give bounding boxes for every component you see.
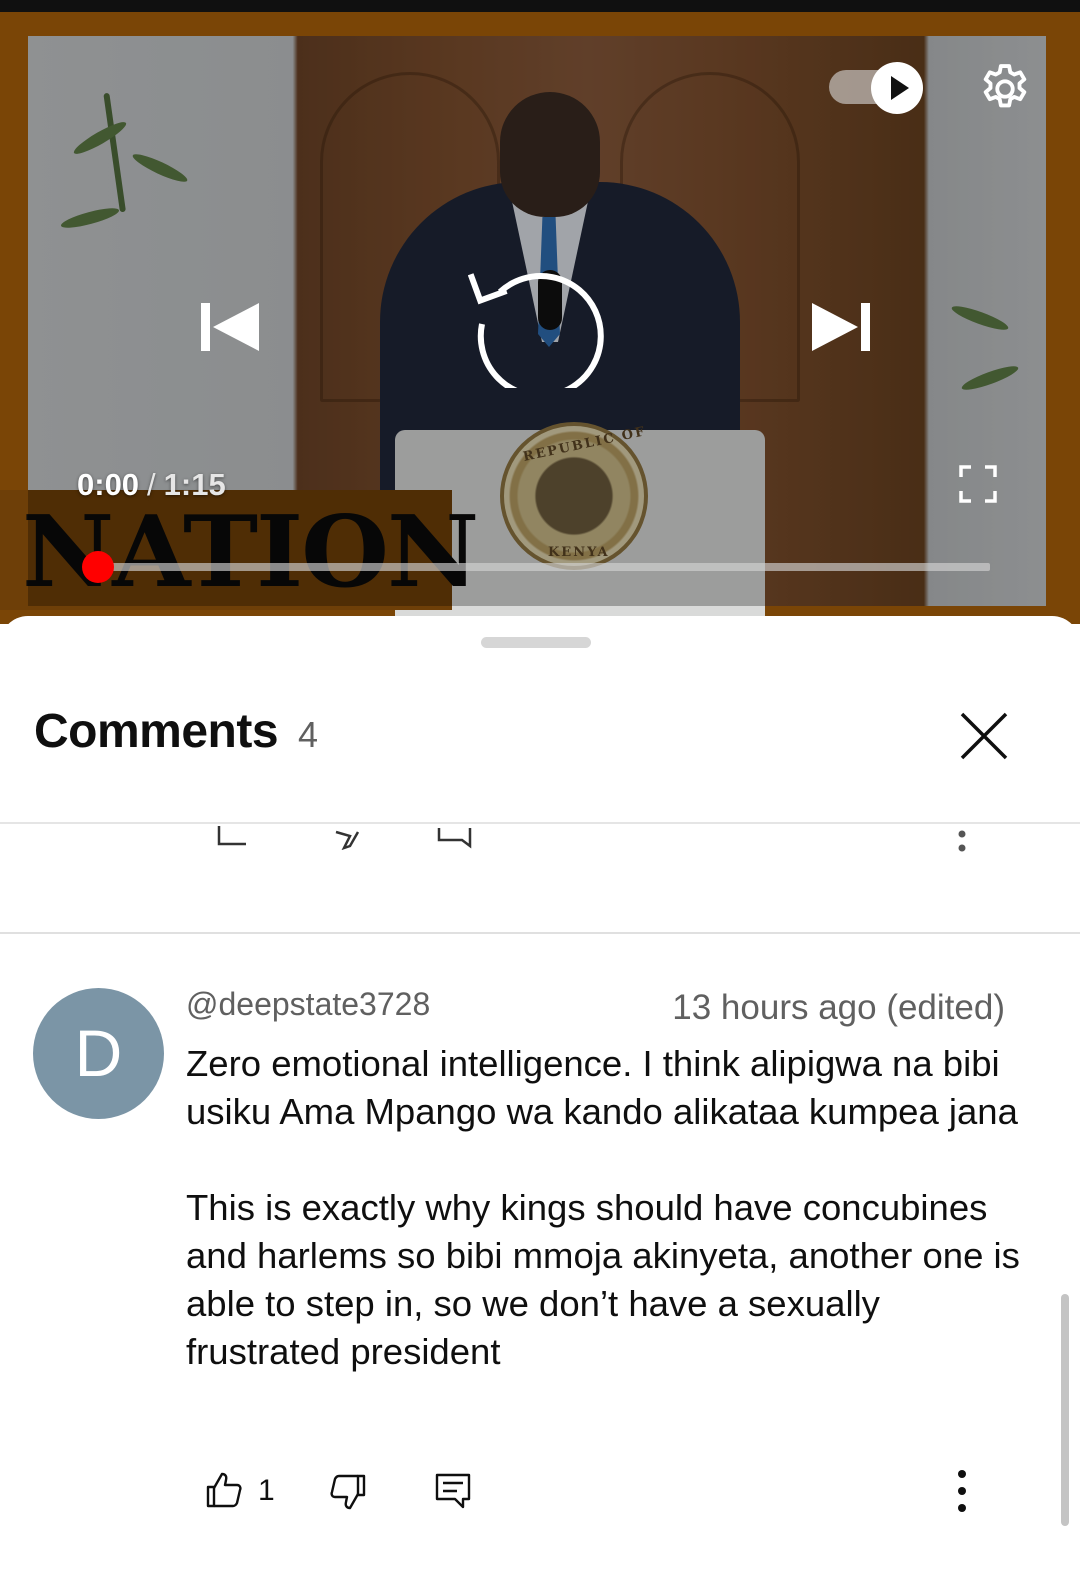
comments-title: Comments (34, 705, 279, 758)
reply-icon[interactable] (436, 824, 472, 850)
like-icon[interactable] (204, 1470, 244, 1510)
comments-sheet: Comments 4 D @deepstate3728 13 hours ago… (0, 616, 1080, 1582)
avatar[interactable]: D (33, 988, 164, 1119)
progress-bar[interactable] (98, 563, 990, 571)
scrollbar[interactable] (1061, 1294, 1069, 1526)
previous-icon[interactable] (197, 299, 263, 355)
time-total: 1:15 (163, 467, 226, 502)
autoplay-toggle[interactable] (829, 60, 923, 114)
fullscreen-icon[interactable] (958, 464, 998, 504)
time-current: 0:00 (77, 467, 140, 502)
gear-icon[interactable] (976, 60, 1034, 118)
more-vert-icon[interactable] (950, 824, 974, 854)
video-player[interactable]: REPUBLIC OF KENYA NATION 0:00/1:15 (0, 12, 1080, 624)
dislike-icon[interactable] (328, 1472, 368, 1512)
comments-header: Comments 4 (0, 686, 1080, 786)
dislike-icon[interactable] (330, 824, 366, 850)
previous-comment-actions (0, 824, 1080, 854)
time-separator: / (147, 467, 156, 502)
close-icon[interactable] (956, 708, 1012, 764)
like-count: 1 (258, 1474, 275, 1507)
replay-icon[interactable] (468, 252, 604, 388)
time-display: 0:00/1:15 (77, 467, 226, 503)
status-strip (0, 0, 1080, 12)
next-icon[interactable] (808, 299, 874, 355)
drag-handle[interactable] (481, 637, 591, 648)
comment-author[interactable]: @deepstate3728 (186, 986, 430, 1023)
comment-actions: 1 (0, 1462, 1080, 1532)
comment-timestamp: 13 hours ago (edited) (672, 988, 1005, 1027)
progress-scrubber[interactable] (82, 551, 114, 583)
autoplay-play-icon (871, 62, 923, 114)
like-icon[interactable] (216, 824, 252, 850)
comment-item: D @deepstate3728 13 hours ago (edited) Z… (0, 934, 1080, 1582)
comments-count: 4 (298, 714, 319, 755)
more-vert-icon[interactable] (950, 1466, 974, 1516)
comment-text: Zero emotional intelligence. I think ali… (186, 1043, 1020, 1372)
reply-icon[interactable] (434, 1472, 472, 1510)
